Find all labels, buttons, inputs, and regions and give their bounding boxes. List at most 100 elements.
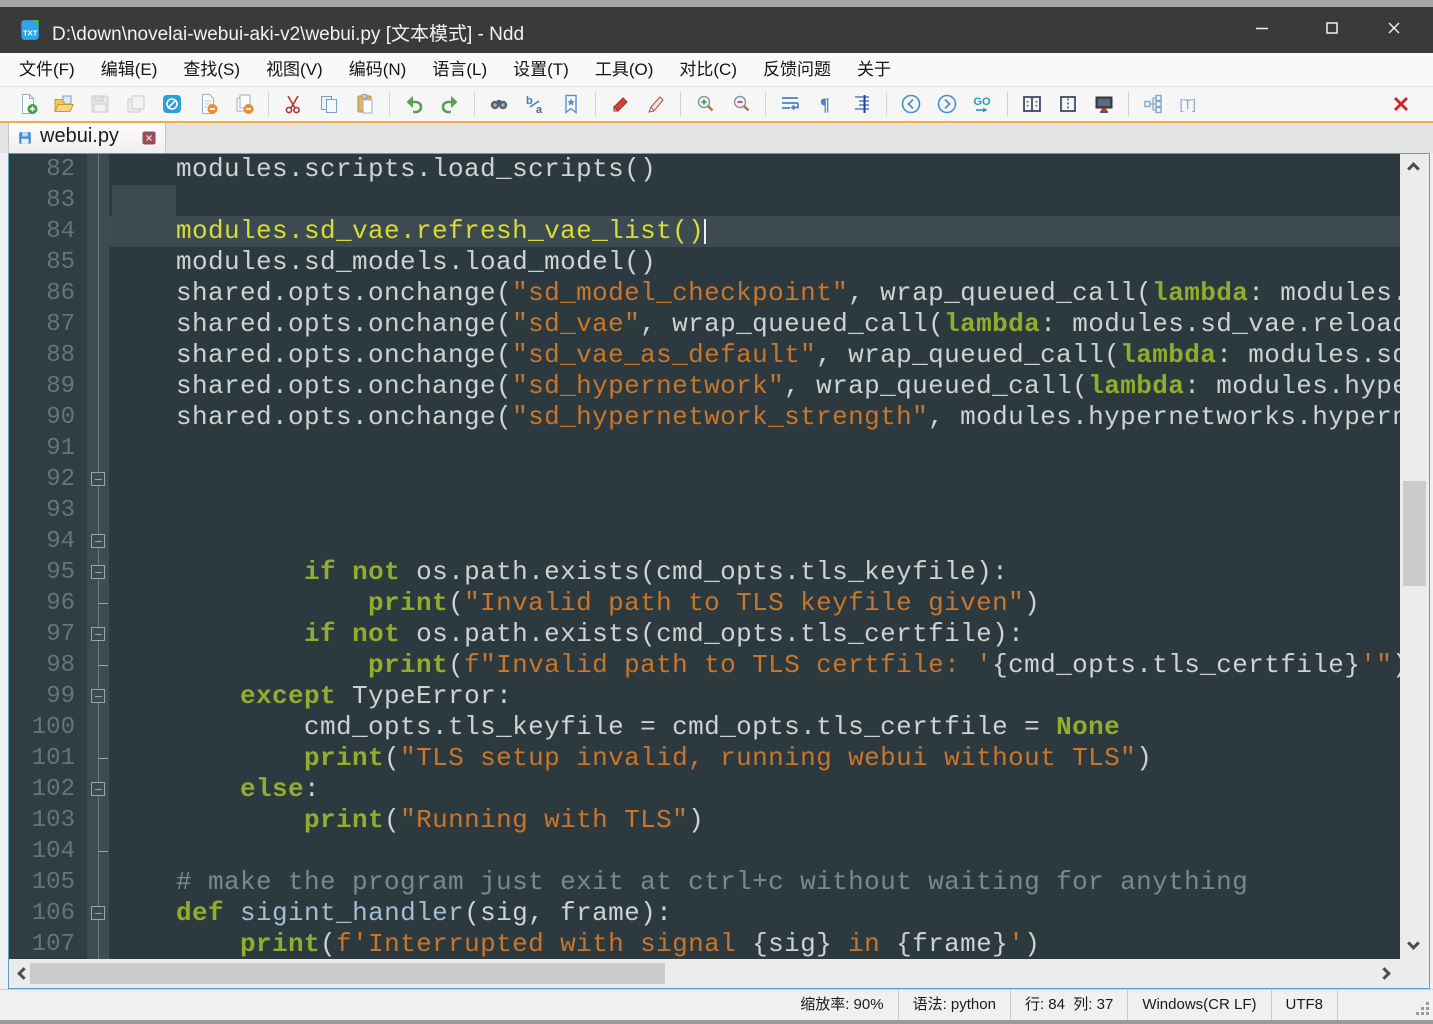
fold-toggle-icon[interactable] (91, 782, 105, 796)
code-line[interactable]: shared.opts.onchange("sd_vae_as_default"… (109, 340, 1400, 371)
code-line[interactable]: else: (109, 774, 1400, 805)
code-line[interactable]: shared.opts.onchange("sd_model_checkpoin… (109, 278, 1400, 309)
toolbar-button-save[interactable] (85, 90, 115, 118)
toolbar-button-split-view[interactable] (1017, 90, 1047, 118)
toolbar-button-find[interactable] (484, 90, 514, 118)
toolbar: ba ¶ GO [T] (0, 87, 1433, 121)
code-line[interactable]: modules.sd_vae.refresh_vae_list() (109, 216, 1400, 247)
toolbar-button-bookmark[interactable] (556, 90, 586, 118)
code-line[interactable] (109, 433, 1400, 464)
menu-item-language[interactable]: 语言(L) (419, 53, 500, 86)
toolbar-button-redo[interactable] (435, 90, 465, 118)
toolbar-button-indent-guides[interactable] (847, 90, 877, 118)
toolbar-button-single-view[interactable] (1053, 90, 1083, 118)
code-line[interactable] (109, 464, 1400, 495)
code-line[interactable] (109, 185, 1400, 216)
nav-back-icon (900, 93, 922, 115)
toolbar-button-zoom-out[interactable] (726, 90, 756, 118)
toolbar-button-nav-forward[interactable] (932, 90, 962, 118)
menu-item-about[interactable]: 关于 (844, 53, 904, 86)
toolbar-button-nav-back[interactable] (896, 90, 926, 118)
toolbar-button-text-mode[interactable] (157, 90, 187, 118)
close-button[interactable] (1363, 7, 1425, 53)
toolbar-button-paste[interactable] (350, 90, 380, 118)
code-line[interactable]: except TypeError: (109, 681, 1400, 712)
tab-close-icon[interactable] (141, 130, 157, 146)
menu-item-feedback[interactable]: 反馈问题 (750, 53, 844, 86)
title-bar[interactable]: TXT D:\down\novelai-webui-aki-v2\webui.p… (0, 7, 1433, 53)
menu-item-view[interactable]: 视图(V) (253, 53, 336, 86)
scroll-right-icon[interactable] (1378, 967, 1391, 980)
toolbar-button-goto-line[interactable]: GO (968, 90, 998, 118)
code-line[interactable]: modules.scripts.load_scripts() (109, 154, 1400, 185)
toolbar-button-show-symbols[interactable]: ¶ (811, 90, 841, 118)
code-line[interactable]: if not os.path.exists(cmd_opts.tls_keyfi… (109, 557, 1400, 588)
new-file-icon (17, 93, 39, 115)
toolbar-button-open-file[interactable] (49, 90, 79, 118)
toolbar-button-zoom-in[interactable] (690, 90, 720, 118)
toolbar-button-copy[interactable] (314, 90, 344, 118)
line-number: 98 (9, 650, 87, 681)
vertical-scrollbar-thumb[interactable] (1403, 481, 1426, 586)
menu-item-tools[interactable]: 工具(O) (582, 53, 667, 86)
resize-grip-icon[interactable] (1426, 1012, 1429, 1015)
toolbar-button-word-wrap[interactable] (775, 90, 805, 118)
toolbar-button-cut[interactable] (278, 90, 308, 118)
scroll-down-icon[interactable] (1407, 937, 1420, 950)
toolbar-button-text-fold[interactable]: [T] (1174, 90, 1204, 118)
toolbar-button-replace[interactable]: ba (520, 90, 550, 118)
toolbar-button-new-file[interactable] (13, 90, 43, 118)
fold-toggle-icon[interactable] (91, 534, 105, 548)
menu-item-search[interactable]: 查找(S) (170, 53, 253, 86)
code-line[interactable]: shared.opts.onchange("sd_hypernetwork_st… (109, 402, 1400, 433)
menu-item-settings[interactable]: 设置(T) (500, 53, 582, 86)
toolbar-button-function-list[interactable] (1138, 90, 1168, 118)
maximize-button[interactable] (1301, 7, 1363, 53)
code-line[interactable]: shared.opts.onchange("sd_hypernetwork", … (109, 371, 1400, 402)
toolbar-button-preview-monitor[interactable] (1089, 90, 1119, 118)
menu-item-encoding[interactable]: 编码(N) (336, 53, 420, 86)
code-line[interactable]: print("Invalid path to TLS keyfile given… (109, 588, 1400, 619)
toolbar-button-close-file[interactable] (193, 90, 223, 118)
code-line[interactable]: if not os.path.exists(cmd_opts.tls_certf… (109, 619, 1400, 650)
toolbar-button-close-document[interactable] (1386, 90, 1416, 118)
fold-toggle-icon[interactable] (91, 565, 105, 579)
menu-item-file[interactable]: 文件(F) (6, 53, 88, 86)
code-line[interactable]: print(f'Interrupted with signal {sig} in… (109, 929, 1400, 959)
code-area[interactable]: modules.scripts.load_scripts() modules.s… (109, 154, 1400, 959)
menu-item-compare[interactable]: 对比(C) (666, 53, 750, 86)
code-line[interactable]: shared.opts.onchange("sd_vae", wrap_queu… (109, 309, 1400, 340)
text-mode-icon (161, 93, 183, 115)
bookmark-icon (560, 93, 582, 115)
code-line[interactable]: print(f"Invalid path to TLS certfile: '{… (109, 650, 1400, 681)
code-line[interactable] (109, 836, 1400, 867)
horizontal-scrollbar-thumb[interactable] (30, 963, 665, 984)
minimize-button[interactable] (1231, 7, 1293, 53)
code-line[interactable]: cmd_opts.tls_keyfile = cmd_opts.tls_cert… (109, 712, 1400, 743)
toolbar-button-undo[interactable] (399, 90, 429, 118)
code-line[interactable]: # make the program just exit at ctrl+c w… (109, 867, 1400, 898)
fold-toggle-icon[interactable] (91, 689, 105, 703)
toolbar-button-save-all[interactable] (121, 90, 151, 118)
vertical-scrollbar[interactable] (1400, 154, 1429, 959)
fold-toggle-icon[interactable] (91, 906, 105, 920)
toolbar-button-clear-highlight[interactable] (641, 90, 671, 118)
code-line[interactable] (109, 495, 1400, 526)
menu-item-edit[interactable]: 编辑(E) (88, 53, 171, 86)
line-number: 104 (9, 836, 87, 867)
code-line[interactable] (109, 526, 1400, 557)
scroll-up-icon[interactable] (1407, 162, 1420, 175)
line-number: 107 (9, 929, 87, 959)
toolbar-button-highlight-marker[interactable] (605, 90, 635, 118)
code-line[interactable]: print("TLS setup invalid, running webui … (109, 743, 1400, 774)
toolbar-button-close-all[interactable] (229, 90, 259, 118)
tab-webui-py[interactable]: webui.py (8, 123, 166, 153)
line-number: 100 (9, 712, 87, 743)
code-line[interactable]: def sigint_handler(sig, frame): (109, 898, 1400, 929)
fold-toggle-icon[interactable] (91, 472, 105, 486)
code-line[interactable]: modules.sd_models.load_model() (109, 247, 1400, 278)
scroll-left-icon[interactable] (17, 967, 30, 980)
horizontal-scrollbar[interactable] (9, 959, 1429, 988)
fold-toggle-icon[interactable] (91, 627, 105, 641)
code-line[interactable]: print("Running with TLS") (109, 805, 1400, 836)
